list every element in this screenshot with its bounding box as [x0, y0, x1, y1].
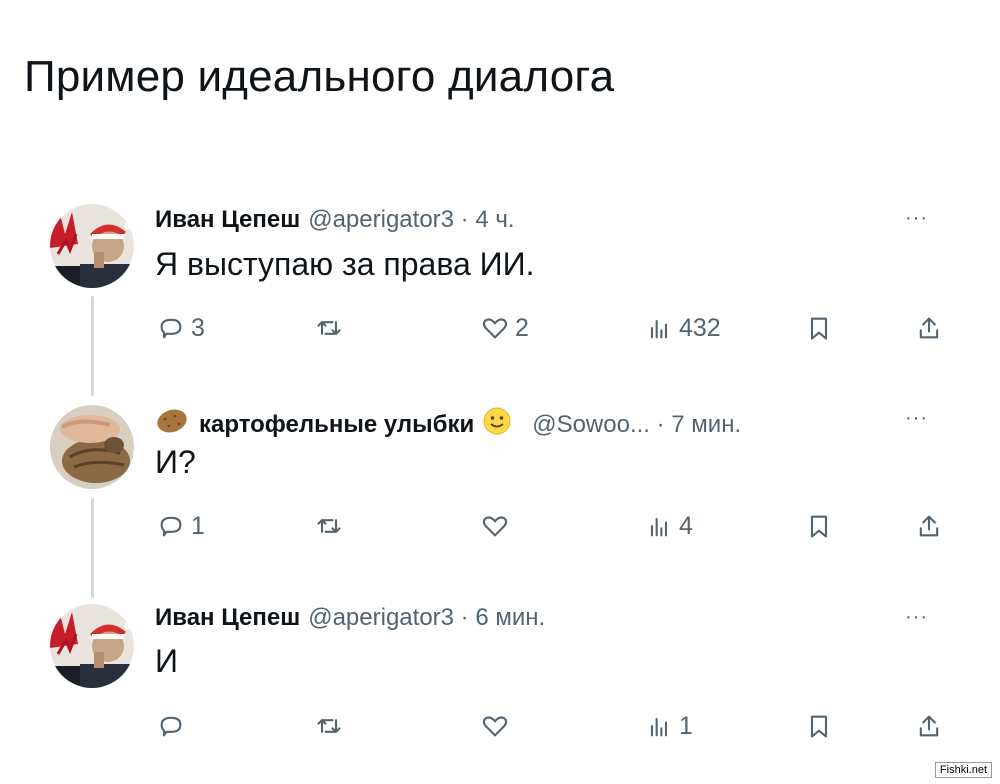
heart-icon — [482, 516, 508, 537]
bookmark-icon — [810, 317, 828, 340]
retweet-button[interactable] — [315, 509, 349, 543]
thread-connector — [91, 296, 94, 396]
reply-button[interactable] — [157, 709, 191, 743]
retweet-button[interactable] — [315, 709, 349, 743]
avatar-image — [50, 405, 134, 489]
heart-icon — [482, 716, 508, 737]
bar-chart-icon — [650, 517, 668, 537]
author-handle-time[interactable]: @aperigator3 · 6 мин. — [308, 604, 545, 632]
share-icon — [919, 317, 939, 339]
tweet-actions: 1 4 — [155, 509, 955, 543]
author-handle-time[interactable]: @aperigator3 · 4 ч. — [308, 206, 514, 234]
tweet-header: Иван Цепеш @aperigator3 · 6 мин. — [155, 604, 545, 632]
bar-chart-icon — [650, 717, 668, 737]
tweet-actions: 1 — [155, 709, 955, 743]
bookmark-button[interactable] — [805, 709, 833, 743]
tweet-header: картофельные улыбки @Sowoo... · 7 мин. — [155, 406, 741, 443]
like-button[interactable]: 2 — [481, 311, 529, 345]
view-count: 1 — [679, 711, 693, 740]
bookmark-button[interactable] — [805, 311, 833, 345]
like-button[interactable] — [481, 709, 515, 743]
author-name[interactable]: Иван Цепеш — [155, 206, 300, 234]
view-count: 4 — [679, 511, 693, 540]
tweet-actions: 3 2 432 — [155, 311, 955, 345]
bookmark-icon — [810, 715, 828, 738]
views-button[interactable]: 4 — [645, 509, 693, 543]
share-button[interactable] — [915, 509, 943, 543]
share-button[interactable] — [915, 709, 943, 743]
share-icon — [919, 715, 939, 737]
tweet-text: И? — [155, 444, 196, 480]
tweet-text: Я выступаю за права ИИ. — [155, 246, 535, 282]
more-options-button[interactable]: ··· — [905, 407, 928, 430]
reply-button[interactable]: 3 — [157, 311, 205, 345]
share-icon — [919, 515, 939, 537]
thread-connector — [91, 498, 94, 598]
retweet-icon — [317, 321, 341, 335]
reply-icon — [160, 318, 182, 339]
more-options-button[interactable]: ··· — [905, 207, 928, 230]
avatar[interactable] — [50, 405, 134, 489]
retweet-icon — [317, 719, 341, 733]
reply-count: 1 — [191, 511, 205, 540]
slight-smile-icon — [482, 406, 512, 443]
views-button[interactable]: 432 — [645, 311, 721, 345]
bookmark-button[interactable] — [805, 509, 833, 543]
watermark: Fishki.net — [934, 762, 992, 778]
bookmark-icon — [810, 515, 828, 538]
heart-icon — [482, 318, 508, 339]
reply-icon — [160, 716, 182, 737]
tweet-header: Иван Цепеш @aperigator3 · 4 ч. — [155, 206, 515, 234]
like-button[interactable] — [481, 509, 515, 543]
view-count: 432 — [679, 313, 721, 342]
reply-button[interactable]: 1 — [157, 509, 205, 543]
author-name[interactable]: картофельные улыбки — [199, 411, 474, 439]
share-button[interactable] — [915, 311, 943, 345]
reply-icon — [160, 516, 182, 537]
retweet-icon — [317, 519, 341, 533]
potato-icon — [155, 407, 189, 442]
avatar-image — [50, 204, 134, 288]
like-count: 2 — [515, 313, 529, 342]
more-options-button[interactable]: ··· — [905, 606, 928, 629]
avatar[interactable] — [50, 204, 134, 288]
author-name[interactable]: Иван Цепеш — [155, 604, 300, 632]
retweet-button[interactable] — [315, 311, 349, 345]
bar-chart-icon — [650, 319, 668, 339]
page-title: Пример идеального диалога — [24, 52, 615, 101]
tweet-text: И — [155, 643, 178, 679]
avatar[interactable] — [50, 604, 134, 688]
avatar-image — [50, 604, 134, 688]
views-button[interactable]: 1 — [645, 709, 693, 743]
reply-count: 3 — [191, 313, 205, 342]
author-handle-time[interactable]: @Sowoo... · 7 мин. — [532, 411, 741, 439]
